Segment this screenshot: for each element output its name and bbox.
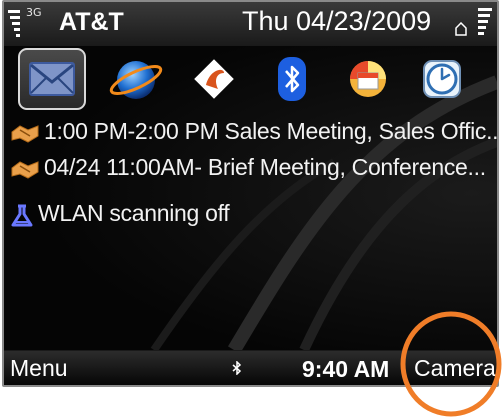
bluetooth-small-icon xyxy=(232,361,242,375)
messaging-icon xyxy=(29,62,75,96)
camera-softkey[interactable]: Camera xyxy=(414,355,496,382)
shortcut-bluetooth[interactable] xyxy=(258,48,326,110)
wlan-icon xyxy=(11,204,33,227)
network-type-label: 3G xyxy=(26,6,42,19)
calendar-event-text: 1:00 PM-2:00 PM Sales Meeting, Sales Off… xyxy=(44,118,497,144)
home-screen: 3G AT&T Thu 04/23/2009 1:00 PM-2:00 PM S… xyxy=(4,2,497,350)
clock-icon xyxy=(423,60,461,98)
shortcut-clock[interactable] xyxy=(408,48,476,110)
menu-softkey[interactable]: Menu xyxy=(10,355,68,382)
softkey-clock: 9:40 AM xyxy=(302,356,390,382)
profile-indicator-icon xyxy=(455,22,467,36)
signal-strength-icon xyxy=(8,10,20,37)
status-bar: 3G AT&T Thu 04/23/2009 xyxy=(4,2,497,46)
ovi-store-icon xyxy=(194,59,234,99)
shortcut-store[interactable] xyxy=(180,48,248,110)
carrier-name: AT&T xyxy=(59,8,124,36)
wlan-status-text: WLAN scanning off xyxy=(38,200,230,226)
meeting-icon xyxy=(11,161,39,179)
phone-screen-frame: 3G AT&T Thu 04/23/2009 1:00 PM-2:00 PM S… xyxy=(2,0,499,387)
bluetooth-icon xyxy=(278,57,306,101)
shortcut-messaging[interactable] xyxy=(18,48,86,110)
softkey-bar: Menu 9:40 AM Camera xyxy=(4,350,497,385)
calendar-event-text: 04/24 11:00AM- Brief Meeting, Conference… xyxy=(44,154,486,180)
wlan-status-row[interactable]: WLAN scanning off xyxy=(4,198,497,232)
shortcut-bar xyxy=(4,48,497,110)
web-browser-icon xyxy=(109,61,163,99)
meeting-icon xyxy=(11,125,39,143)
screenshot-stage: 3G AT&T Thu 04/23/2009 1:00 PM-2:00 PM S… xyxy=(0,0,504,420)
shortcut-calendar[interactable] xyxy=(334,48,402,110)
shortcut-web[interactable] xyxy=(102,48,170,110)
calendar-event-row[interactable]: 1:00 PM-2:00 PM Sales Meeting, Sales Off… xyxy=(4,116,497,150)
calendar-icon xyxy=(350,61,386,97)
status-date: Thu 04/23/2009 xyxy=(242,6,432,36)
battery-level-icon xyxy=(478,8,492,35)
calendar-event-row[interactable]: 04/24 11:00AM- Brief Meeting, Conference… xyxy=(4,152,497,186)
